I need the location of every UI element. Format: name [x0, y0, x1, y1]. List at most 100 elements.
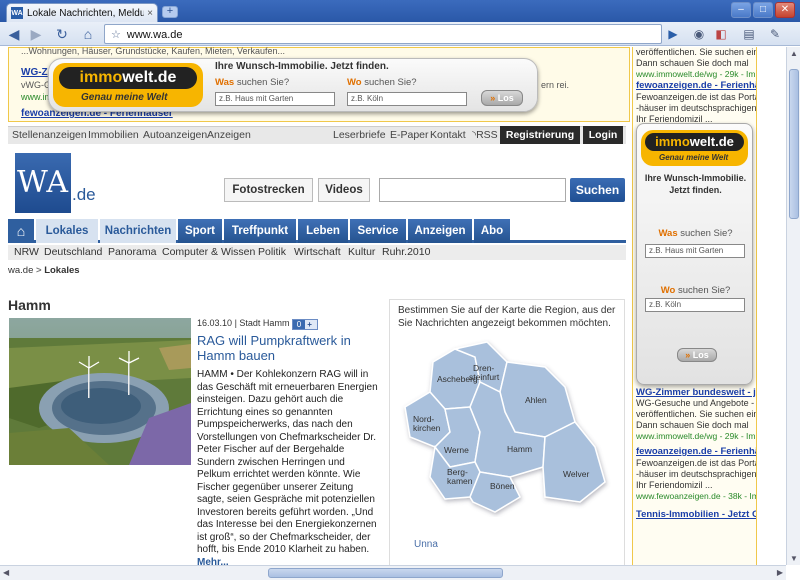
nav-home-icon[interactable]: ⌂	[8, 219, 34, 243]
wo-input[interactable]: z.B. Köln	[347, 92, 467, 106]
reload-icon[interactable]: ↻	[52, 24, 72, 44]
logo-text-a: immo	[79, 69, 123, 86]
forward-icon[interactable]: ▶	[26, 24, 46, 44]
breadcrumb-home[interactable]: wa.de	[8, 265, 33, 276]
tab-treffpunkt[interactable]: Treffpunkt	[224, 219, 296, 243]
util-link-leserbriefe[interactable]: Leserbriefe	[333, 129, 386, 141]
minimize-button[interactable]: –	[731, 2, 751, 18]
map-region-welver[interactable]	[542, 421, 606, 503]
scroll-up-icon[interactable]: ▲	[790, 49, 798, 58]
more-link[interactable]: Mehr...	[197, 557, 229, 566]
star-icon[interactable]: ☆	[111, 29, 121, 41]
ad-link[interactable]: Tennis-Immobilien - Jetzt G	[636, 509, 756, 520]
util-link-rss[interactable]: ◝RSS	[472, 129, 498, 141]
util-link-kontakt[interactable]: Kontakt	[430, 129, 466, 141]
service-link-immobilien[interactable]: Immobilien	[88, 129, 139, 141]
service-link-autoanzeigen[interactable]: Autoanzeigen	[143, 129, 207, 141]
subnav-ruhr2010[interactable]: Ruhr.2010	[382, 246, 430, 258]
util-link-epaper[interactable]: E-Paper	[390, 129, 429, 141]
subnav-politik[interactable]: Politik	[258, 246, 286, 258]
los-button[interactable]: » Los	[677, 348, 717, 362]
close-button[interactable]: ✕	[775, 2, 795, 18]
site-logo-suffix[interactable]: .de	[72, 185, 96, 205]
fotostrecken-button[interactable]: Fotostrecken	[224, 178, 313, 202]
tab-close-icon[interactable]: ×	[147, 8, 153, 19]
service-link-anzeigen[interactable]: Anzeigen	[207, 129, 251, 141]
map-label-werne: Werne	[444, 445, 469, 455]
tab-sport[interactable]: Sport	[178, 219, 222, 243]
ad-link[interactable]: fewoanzeigen.de - Ferienhä	[636, 446, 756, 457]
new-tab-button[interactable]: +	[162, 6, 178, 18]
search-input[interactable]	[379, 178, 566, 202]
videos-button[interactable]: Videos	[318, 178, 370, 202]
was-input[interactable]: z.B. Haus mit Garten	[215, 92, 335, 106]
camera-icon[interactable]: ◉	[690, 25, 708, 43]
home-icon[interactable]: ⌂	[78, 24, 98, 44]
service-link-stellenanzeigen[interactable]: Stellenanzeigen	[12, 129, 87, 141]
immowelt-banner: immowelt.de Genau meine Welt Ihre Wunsch…	[48, 58, 538, 112]
ad-text: WG-Gesuche und Angebote - Im	[636, 398, 756, 408]
map-region-boenen[interactable]	[469, 471, 521, 513]
address-bar[interactable]: ☆ www.wa.de	[104, 24, 662, 44]
tab-anzeigen[interactable]: Anzeigen	[408, 219, 472, 243]
go-icon[interactable]: ▶	[664, 25, 682, 43]
vertical-scroll-thumb[interactable]	[789, 69, 799, 219]
tab-nachrichten[interactable]: Nachrichten	[100, 219, 176, 243]
search-button[interactable]: Suchen	[570, 178, 625, 202]
back-icon[interactable]: ◀	[4, 24, 24, 44]
article-meta: 16.03.10 | Stadt Hamm |	[197, 318, 294, 328]
browser-toolbar: ◀ ▶ ↻ ⌂ ☆ www.wa.de ▶ ◉ ◧ ▤ ✎	[0, 22, 800, 46]
register-button[interactable]: Registrierung	[500, 126, 580, 144]
wo-rest: suchen Sie?	[361, 77, 417, 88]
immowelt-logo[interactable]: immowelt.de Genau meine Welt	[53, 63, 203, 107]
top-ad-link[interactable]: WG-Z	[21, 67, 48, 78]
article-photo[interactable]	[9, 318, 191, 465]
login-button[interactable]: Login	[583, 126, 623, 144]
subnav-kultur[interactable]: Kultur	[348, 246, 375, 258]
immowelt-logo[interactable]: immowelt.de Genau meine Welt	[641, 130, 748, 166]
wo-input[interactable]: z.B. Köln	[645, 298, 745, 312]
ad-url[interactable]: www.immowelt.de/wg - 29k - Im C	[636, 431, 756, 442]
tab-service[interactable]: Service	[350, 219, 406, 243]
tab-abo[interactable]: Abo	[474, 219, 510, 243]
scroll-right-icon[interactable]: ▶	[777, 568, 783, 577]
subnav-computer-wissen[interactable]: Computer & Wissen	[162, 246, 255, 258]
was-input[interactable]: z.B. Haus mit Garten	[645, 244, 745, 258]
region-map: Ascheberg Dren- steinfurt Ahlen Nord- ki…	[395, 337, 620, 517]
site-logo[interactable]: WA	[15, 153, 71, 213]
article-headline[interactable]: RAG will Pumpkraftwerk in Hamm bauen	[197, 333, 377, 363]
article-location[interactable]: Stadt Hamm	[239, 318, 289, 328]
subnav-nrw[interactable]: NRW	[14, 246, 39, 258]
ad-link[interactable]: fewoanzeigen.de - Ferienhä	[636, 80, 756, 91]
tab-lokales[interactable]: Lokales	[36, 219, 98, 243]
ad-link[interactable]: WG-Zimmer bundesweit - jetzt	[636, 387, 756, 398]
ad-url[interactable]: www.fewoanzeigen.de - 38k - Im	[636, 491, 756, 502]
horizontal-scrollbar[interactable]: ◀ ▶	[0, 565, 786, 580]
breadcrumb: wa.de > Lokales	[8, 265, 80, 276]
comment-count-badge[interactable]: 0 +	[292, 319, 318, 330]
maximize-button[interactable]: □	[753, 2, 773, 18]
subnav-wirtschaft[interactable]: Wirtschaft	[294, 246, 341, 258]
page-menu-icon[interactable]: ▤	[740, 25, 758, 43]
was-rest: suchen Sie?	[677, 228, 733, 239]
article-teaser: HAMM • Der Kohlekonzern RAG will in das …	[197, 369, 379, 565]
plus-icon: +	[307, 320, 312, 329]
tab-title: Lokale Nachrichten, Meldun...	[27, 7, 145, 19]
was-word: Was	[215, 77, 235, 88]
map-region-unna[interactable]: Unna	[414, 539, 438, 550]
horizontal-scroll-thumb[interactable]	[268, 568, 503, 578]
logo-text-b: welt.de	[689, 134, 734, 149]
los-button[interactable]: » Los	[481, 90, 523, 106]
subnav-deutschland[interactable]: Deutschland	[44, 246, 102, 258]
ad-url[interactable]: www.immowelt.de/wg - 29k - Im C	[636, 69, 756, 80]
scroll-down-icon[interactable]: ▼	[790, 554, 798, 563]
article-date: 16.03.10	[197, 318, 233, 328]
extension-icon[interactable]: ◧	[712, 25, 730, 43]
browser-tab[interactable]: WA Lokale Nachrichten, Meldun... ×	[6, 3, 158, 22]
scroll-left-icon[interactable]: ◀	[3, 568, 9, 577]
vertical-scrollbar[interactable]: ▲ ▼	[786, 47, 800, 565]
wrench-menu-icon[interactable]: ✎	[766, 25, 784, 43]
subnav-panorama[interactable]: Panorama	[108, 246, 156, 258]
tab-leben[interactable]: Leben	[298, 219, 348, 243]
ad-text: Dann schauen Sie doch mal	[636, 58, 749, 68]
